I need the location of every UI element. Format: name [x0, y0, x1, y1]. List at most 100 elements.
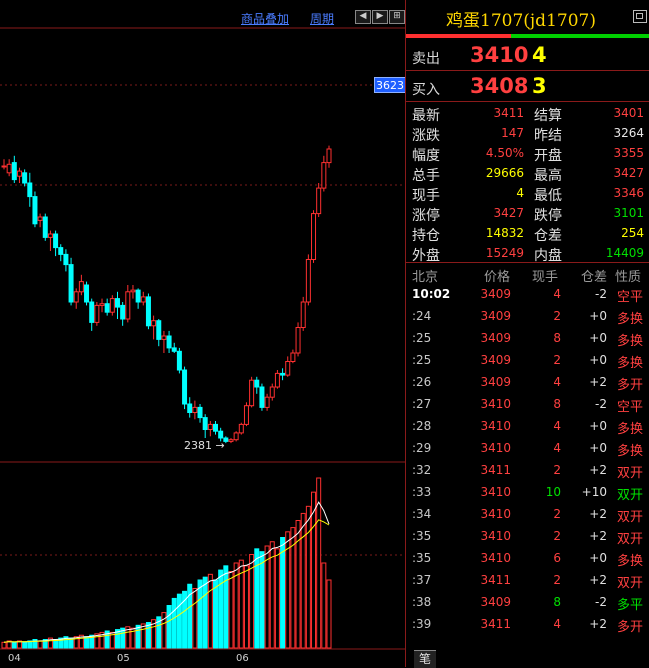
tick-cell: :28 [412, 419, 432, 433]
tick-row[interactable]: :37 3411 2 +2 双开 [406, 570, 649, 592]
stat-label: 昨结 [534, 128, 562, 144]
volume-bar [1, 641, 7, 649]
volume-bar [228, 571, 234, 649]
tick-row[interactable]: :26 3409 4 +2 多开 [406, 372, 649, 394]
candle-body [161, 335, 167, 340]
tick-cell: 双开 [616, 576, 643, 591]
contract-title: 鸡蛋1707(jd1707) [446, 11, 596, 31]
stat-value: 3427 [613, 166, 644, 180]
tick-row[interactable]: :25 3409 8 +0 多换 [406, 328, 649, 350]
tick-row[interactable]: :32 3411 2 +2 双开 [406, 460, 649, 482]
tick-cell: 双开 [616, 466, 643, 481]
volume-bar [11, 641, 17, 649]
tick-cell: 3410 [480, 441, 511, 455]
tick-cell: 2 [553, 529, 561, 543]
tick-cell: 2 [553, 463, 561, 477]
stat-value: 3264 [613, 126, 644, 140]
stat-value: 254 [621, 226, 644, 240]
tick-cell: +10 [581, 485, 607, 499]
candle-body [125, 291, 131, 320]
sell-ratio-segment [511, 34, 649, 38]
candle-body [249, 379, 255, 407]
tick-cell: +0 [589, 419, 607, 433]
tab-trades[interactable]: 笔 [414, 650, 436, 668]
tick-cell: 多换 [616, 356, 643, 371]
x-axis: 04 05 06 [0, 650, 405, 667]
sell-quote-row[interactable]: 卖出 3410 4 [406, 40, 649, 70]
period-link[interactable]: 周期 [310, 10, 334, 27]
candle-body [11, 162, 17, 181]
divider [406, 262, 649, 263]
kline-chart-area[interactable]: 商品叠加 周期 ◀ ▶ ⊞ 3623 2381 → 04 05 06 [0, 0, 406, 667]
tick-cell: :24 [412, 309, 432, 323]
tick-cell: 4 [553, 419, 561, 433]
buy-quote-row[interactable]: 买入 3408 3 [406, 71, 649, 101]
sell-label: 卖出 [412, 51, 440, 67]
tick-row[interactable]: :35 3410 6 +0 多换 [406, 548, 649, 570]
tick-row[interactable]: :38 3409 8 -2 多平 [406, 592, 649, 614]
candle-body [151, 320, 157, 327]
candle-body [187, 403, 193, 413]
volume-bar [300, 512, 306, 649]
stat-item: 外盘 15249 [412, 243, 524, 264]
tick-cell: 多开 [616, 378, 643, 393]
candle-body [269, 386, 275, 398]
tick-cell: 3409 [480, 309, 511, 323]
volume-bar [135, 624, 141, 649]
tick-row[interactable]: :24 3409 2 +0 多换 [406, 306, 649, 328]
tick-row[interactable]: :29 3410 4 +0 多换 [406, 438, 649, 460]
candle-body [1, 165, 7, 168]
tick-cell: 3409 [480, 287, 511, 301]
volume-bar [166, 605, 172, 649]
volume-bar [274, 548, 280, 649]
current-price-tag: 3623 [374, 77, 406, 93]
candle-body [207, 423, 213, 430]
stat-value: 15249 [485, 246, 524, 260]
overlay-link[interactable]: 商品叠加 [241, 10, 289, 27]
tick-cell: 4 [553, 287, 561, 301]
tick-cell: 4 [553, 617, 561, 631]
tick-cell: :25 [412, 331, 432, 345]
stat-item: 持仓 14832 [412, 223, 524, 244]
tick-row[interactable]: :25 3409 2 +0 多换 [406, 350, 649, 372]
tick-row[interactable]: :33 3410 10 +10 双开 [406, 482, 649, 504]
tick-cell: :38 [412, 595, 432, 609]
tick-cell: :26 [412, 375, 432, 389]
low-price-value: 2381 [184, 439, 212, 452]
window-restore-icon[interactable] [633, 10, 647, 23]
tick-row[interactable]: :34 3410 2 +2 双开 [406, 504, 649, 526]
tick-row[interactable]: :35 3410 2 +2 双开 [406, 526, 649, 548]
volume-bar [140, 623, 146, 649]
tick-cell: 多换 [616, 422, 643, 437]
tick-table-header: 北京 价格 现手 仓差 性质 [406, 264, 649, 285]
volume-bar [264, 545, 270, 649]
stat-value: 4 [516, 186, 524, 200]
volume-bar [254, 548, 260, 649]
tick-row[interactable]: :27 3410 8 -2 空平 [406, 394, 649, 416]
buy-ratio-segment [406, 34, 511, 38]
nav-left-icon[interactable]: ◀ [355, 10, 371, 24]
candle-body [16, 170, 22, 177]
stat-item: 涨停 3427 [412, 203, 524, 224]
stat-value: 29666 [485, 166, 524, 180]
kline-chart[interactable] [0, 0, 405, 650]
tick-row[interactable]: :39 3411 4 +2 多开 [406, 614, 649, 636]
tick-cell: +2 [589, 529, 607, 543]
nav-window-icon[interactable]: ⊞ [389, 10, 405, 24]
low-price-annotation: 2381 → [184, 439, 225, 452]
candle-body [218, 430, 224, 439]
candle-body [326, 148, 332, 164]
candle-body [99, 303, 105, 306]
tick-cell: 空平 [616, 290, 643, 305]
tick-row[interactable]: :28 3410 4 +0 多换 [406, 416, 649, 438]
tick-cell: 8 [553, 331, 561, 345]
tick-row[interactable]: 10:02 3409 4 -2 空平 [406, 284, 649, 306]
buy-sell-ratio-bar [406, 34, 649, 38]
candle-body [47, 233, 53, 238]
candle-body [78, 281, 84, 293]
volume-bar [321, 562, 327, 649]
candle-body [89, 301, 95, 323]
tick-cell: :35 [412, 529, 432, 543]
candle-body [32, 196, 38, 225]
nav-right-icon[interactable]: ▶ [372, 10, 388, 24]
